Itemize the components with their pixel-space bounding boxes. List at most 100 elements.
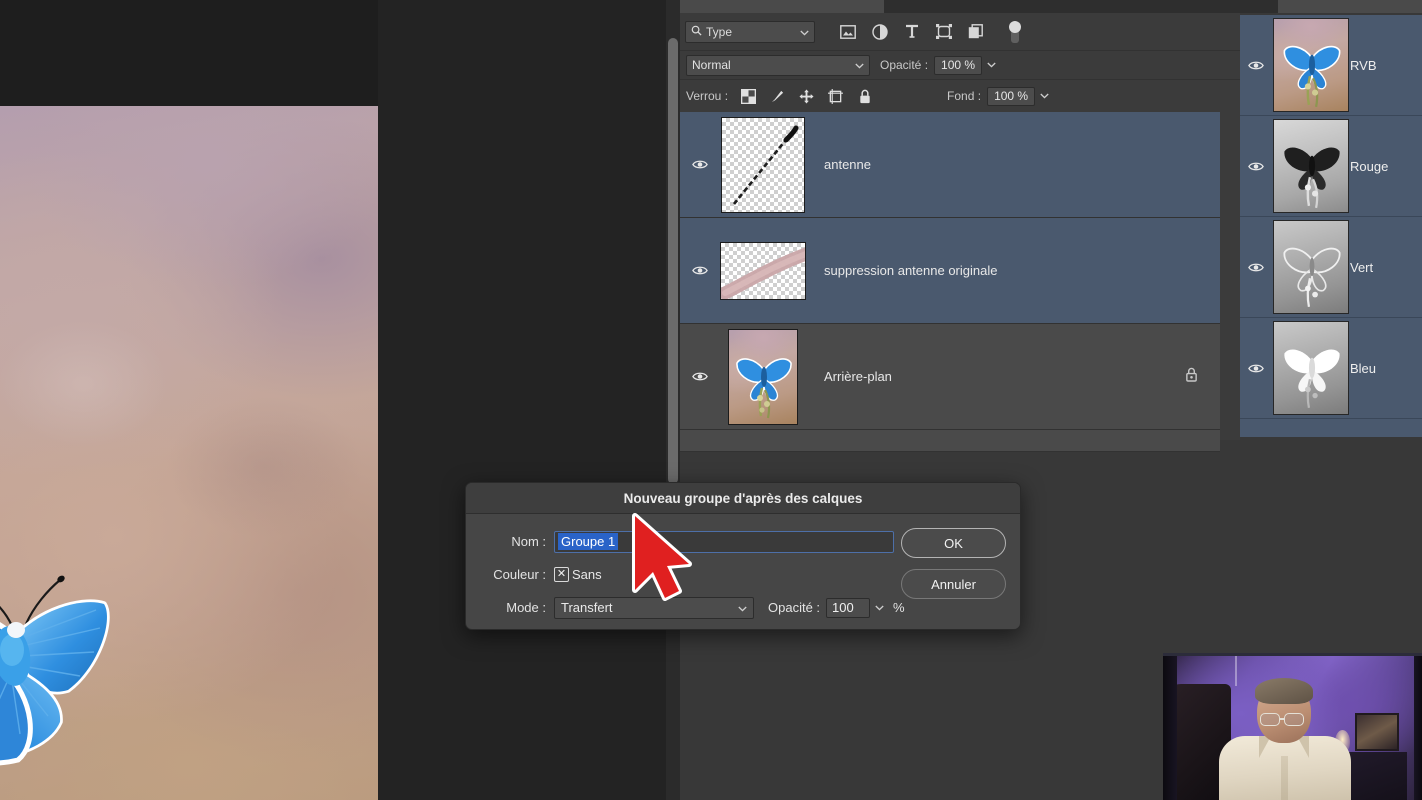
dialog-buttons: OK Annuler: [901, 528, 1006, 610]
eyeglasses-bridge: [1280, 718, 1285, 720]
wall-picture-frame: [1355, 713, 1399, 751]
list-item[interactable]: Rouge: [1240, 116, 1422, 217]
layer-visibility-toggle[interactable]: [680, 265, 720, 276]
filter-adjustment-icon[interactable]: [871, 23, 888, 40]
channel-visibility-toggle[interactable]: [1240, 60, 1272, 71]
table-row[interactable]: antenne: [680, 112, 1220, 218]
filter-smart-object-icon[interactable]: [967, 23, 984, 40]
channel-thumbnail-cell[interactable]: [1272, 119, 1350, 213]
list-item[interactable]: RVB: [1240, 15, 1422, 116]
layer-visibility-toggle[interactable]: [680, 371, 720, 382]
layer-list: antenne suppression antenne originale Ar…: [680, 112, 1220, 452]
name-label: Nom :: [511, 534, 546, 549]
lock-artboard-icon[interactable]: [827, 88, 844, 105]
chevron-down-icon[interactable]: [987, 62, 996, 68]
butterfly-artwork: [0, 575, 110, 766]
group-color-value: Sans: [572, 567, 602, 582]
channel-thumbnail-cell[interactable]: [1272, 18, 1350, 112]
channel-thumbnail-cell[interactable]: [1272, 321, 1350, 415]
filter-type-icon[interactable]: [903, 23, 920, 40]
person-hair: [1255, 678, 1313, 704]
lock-image-icon[interactable]: [769, 88, 786, 105]
layer-name[interactable]: antenne: [824, 157, 1220, 172]
table-row[interactable]: Arrière-plan: [680, 324, 1220, 430]
layer-filter-icons: [839, 23, 984, 40]
filter-pixel-icon[interactable]: [839, 23, 856, 40]
fill-value-field[interactable]: 100 %: [987, 86, 1036, 106]
channel-thumbnail-cell[interactable]: [1272, 220, 1350, 314]
x-box-icon: ✕: [554, 567, 569, 582]
chevron-down-icon[interactable]: [875, 605, 884, 611]
opacity-label: Opacité :: [880, 58, 929, 72]
layer-thumbnail-cell[interactable]: [720, 241, 806, 300]
channel-name: Vert: [1350, 259, 1374, 275]
dialog-body: Nom : Groupe 1 Couleur : ✕ Sans Mode : T…: [466, 514, 1020, 630]
layer-filter-type-select[interactable]: Type: [685, 20, 815, 43]
layer-thumbnail-cell[interactable]: [720, 328, 806, 425]
blend-mode-value: Normal: [692, 58, 731, 72]
channels-panel-tabstrip: [1240, 0, 1422, 13]
layers-panel: Type Normal Opacité: 100 % Verrou: Fon…: [680, 0, 1240, 800]
lock-position-icon[interactable]: [798, 88, 815, 105]
canvas-empty-area: [378, 0, 668, 800]
channel-visibility-toggle[interactable]: [1240, 363, 1272, 374]
chevron-down-icon: [800, 25, 809, 39]
lock-icon: [1186, 367, 1197, 382]
mode-label: Mode :: [506, 600, 546, 615]
list-item[interactable]: Bleu: [1240, 318, 1422, 419]
channel-thumbnail: [1273, 220, 1349, 314]
document-canvas[interactable]: [0, 106, 378, 800]
eye-icon: [692, 266, 708, 275]
shirt-placket: [1281, 756, 1288, 800]
channel-name: Bleu: [1350, 360, 1377, 376]
channel-visibility-toggle[interactable]: [1240, 161, 1272, 172]
layers-panel-right-gutter: [1220, 112, 1240, 440]
layer-thumbnail: [728, 328, 798, 425]
blend-mode-select[interactable]: Normal: [686, 54, 870, 76]
layer-lock-badge[interactable]: [1185, 367, 1198, 387]
search-icon: [691, 25, 702, 39]
eye-icon: [692, 160, 708, 169]
layer-name[interactable]: Arrière-plan: [824, 369, 1185, 384]
tab-channels[interactable]: [1278, 0, 1422, 13]
layer-thumbnail: [720, 241, 806, 300]
dialog-opacity-input[interactable]: 100: [826, 597, 871, 618]
eye-icon: [1248, 162, 1264, 170]
layer-blend-row: Normal Opacité : 100 %: [680, 50, 1240, 79]
ok-button[interactable]: OK: [901, 528, 1006, 558]
tab-layers[interactable]: [680, 0, 884, 13]
eye-icon: [1248, 364, 1264, 372]
table-row[interactable]: suppression antenne originale: [680, 218, 1220, 324]
lock-icon-group: [740, 88, 873, 105]
filter-shape-icon[interactable]: [935, 23, 952, 40]
layer-name[interactable]: suppression antenne originale: [824, 263, 1220, 278]
webcam-right-edge: [1414, 656, 1422, 800]
channel-name: Rouge: [1350, 158, 1389, 174]
lock-all-icon[interactable]: [856, 88, 873, 105]
canvas-scrollbar-thumb[interactable]: [668, 38, 678, 484]
layer-visibility-toggle[interactable]: [680, 159, 720, 170]
opacity-value-field[interactable]: 100 %: [934, 55, 983, 75]
cancel-button[interactable]: Annuler: [901, 569, 1006, 599]
layer-thumbnail-cell[interactable]: [720, 116, 806, 213]
new-group-from-layers-dialog: Nouveau groupe d'après des calques Nom :…: [465, 482, 1021, 630]
webcam-left-edge: [1163, 656, 1177, 800]
layer-lock-row: Verrou : Fond : 100 %: [680, 79, 1240, 112]
layer-filter-value: Type: [706, 24, 733, 39]
chevron-down-icon[interactable]: [1040, 93, 1049, 99]
group-name-input[interactable]: Groupe 1: [554, 530, 894, 553]
channel-visibility-toggle[interactable]: [1240, 262, 1272, 273]
eye-icon: [1248, 263, 1264, 271]
list-item[interactable]: Vert: [1240, 217, 1422, 318]
layer-filter-row: Type: [680, 13, 1240, 50]
mouse-pointer: [632, 513, 692, 601]
channel-list: RVB Rouge Vert Bleu: [1240, 15, 1422, 437]
lock-transparency-icon[interactable]: [740, 88, 757, 105]
toggle-knob: [1009, 20, 1021, 33]
chevron-down-icon: [738, 600, 747, 615]
layer-list-tail: [680, 430, 1220, 452]
channel-name: RVB: [1350, 57, 1377, 73]
color-label: Couleur :: [493, 567, 546, 582]
lock-label: Verrou :: [686, 89, 729, 103]
filter-enable-toggle[interactable]: [1009, 20, 1021, 43]
